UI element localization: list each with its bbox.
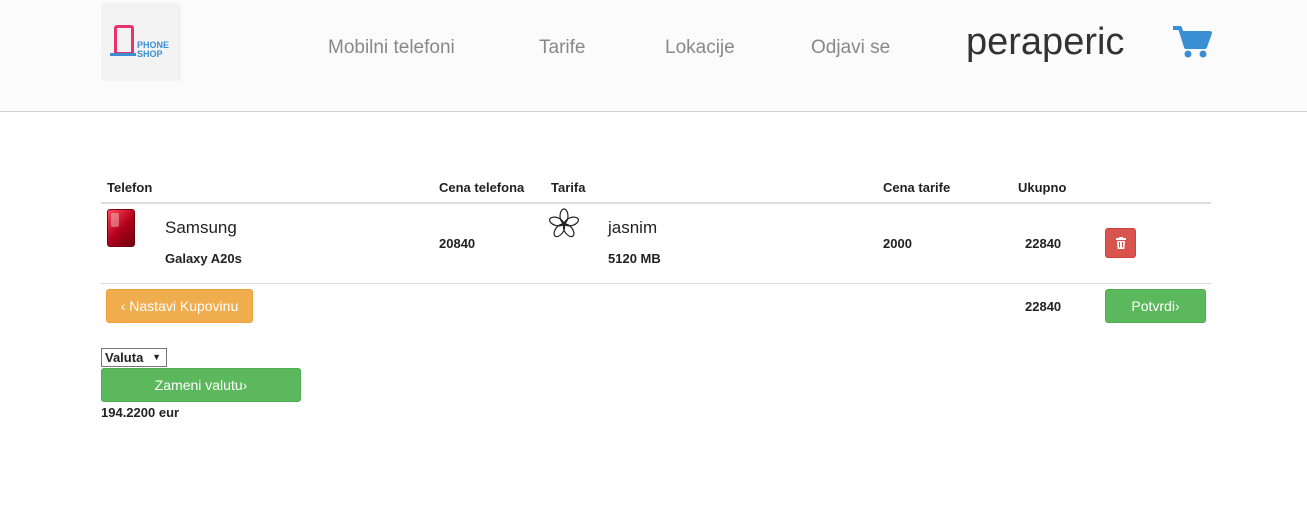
column-header-plan-price: Cena tarife bbox=[883, 180, 951, 195]
logo-text-line2: SHOP bbox=[137, 49, 163, 59]
column-header-phone: Telefon bbox=[107, 180, 153, 195]
table-footer-divider bbox=[101, 283, 1211, 284]
logo-text: PHONE SHOP bbox=[137, 41, 169, 59]
nav-plans[interactable]: Tarife bbox=[539, 37, 585, 59]
plan-price: 2000 bbox=[883, 236, 912, 251]
grand-total: 22840 bbox=[1025, 299, 1062, 314]
phone-brand: Samsung bbox=[165, 218, 237, 237]
header: PHONE SHOP Mobilni telefoni Tarife Lokac… bbox=[0, 0, 1307, 112]
phone-price: 20840 bbox=[439, 236, 476, 251]
table-header-divider bbox=[101, 202, 1211, 204]
trash-icon bbox=[1115, 237, 1126, 249]
currency-select-value: Valuta bbox=[105, 350, 144, 365]
phone-thumbnail bbox=[107, 209, 135, 247]
nav-logout[interactable]: Odjavi se bbox=[811, 37, 890, 59]
convert-currency-button[interactable]: Zameni valutu› bbox=[101, 368, 301, 402]
confirm-button[interactable]: Potvrdi› bbox=[1105, 289, 1206, 323]
dropdown-arrow-icon: ▼ bbox=[152, 352, 161, 362]
shopping-cart-icon[interactable] bbox=[1172, 25, 1212, 59]
cart-logo-icon bbox=[110, 53, 136, 56]
phone-model: Galaxy A20s bbox=[165, 251, 242, 266]
nav-mobile-phones[interactable]: Mobilni telefoni bbox=[328, 37, 455, 59]
phone-shop-logo[interactable]: PHONE SHOP bbox=[101, 3, 181, 81]
delete-item-button[interactable] bbox=[1105, 228, 1136, 258]
column-header-phone-price: Cena telefona bbox=[439, 180, 525, 195]
username: peraperic bbox=[966, 21, 1125, 63]
plan-name: jasnim bbox=[608, 218, 658, 237]
phone-logo-icon bbox=[114, 25, 134, 55]
column-header-total: Ukupno bbox=[1018, 180, 1067, 195]
plan-data: 5120 MB bbox=[608, 251, 661, 266]
nav-locations[interactable]: Lokacije bbox=[665, 37, 735, 59]
flower-icon bbox=[549, 208, 579, 238]
column-header-plan: Tarifa bbox=[551, 180, 586, 195]
currency-select[interactable]: Valuta ▼ bbox=[101, 348, 167, 367]
converted-amount: 194.2200 eur bbox=[101, 405, 180, 420]
row-total: 22840 bbox=[1025, 236, 1062, 251]
continue-shopping-button[interactable]: ‹ Nastavi Kupovinu bbox=[106, 289, 253, 323]
